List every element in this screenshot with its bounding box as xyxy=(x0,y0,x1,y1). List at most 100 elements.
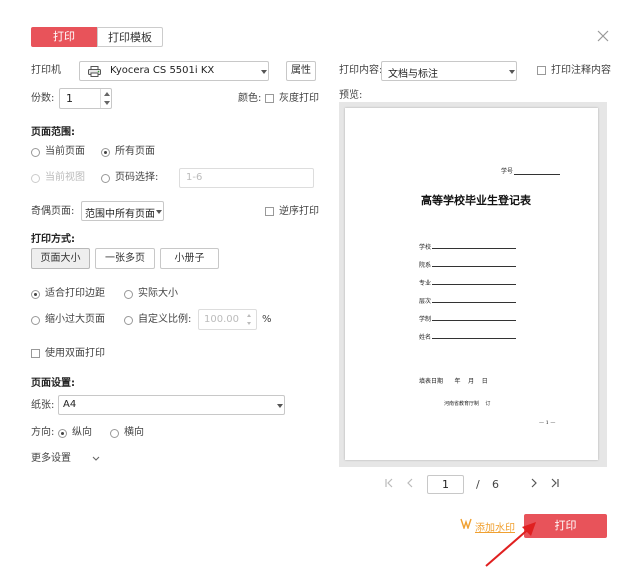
chevron-down-icon[interactable] xyxy=(92,454,100,465)
page-number-input[interactable]: 1 xyxy=(427,475,464,494)
fit-margins-label: 适合打印边距 xyxy=(45,288,105,299)
field-line xyxy=(432,248,516,249)
current-view-label: 当前视图 xyxy=(45,172,85,183)
chevron-down-icon xyxy=(261,70,267,74)
print-annotations-checkbox[interactable] xyxy=(537,66,546,75)
field-line xyxy=(432,338,516,339)
shrink-large-radio[interactable] xyxy=(31,316,40,325)
printer-icon xyxy=(88,66,101,80)
chevron-down-icon xyxy=(509,70,515,74)
current-view-radio[interactable] xyxy=(31,174,40,183)
print-content-value: 文档与标注 xyxy=(388,69,438,80)
next-page-icon[interactable] xyxy=(530,478,538,491)
student-number-line xyxy=(514,174,560,175)
fill-date: 填表日期 年 月 日 xyxy=(419,378,488,385)
printer-label: 打印机 xyxy=(31,65,61,76)
tab-print-template[interactable]: 打印模板 xyxy=(97,27,163,47)
page-select-radio[interactable] xyxy=(101,174,110,183)
landscape-label: 横向 xyxy=(124,427,144,438)
actual-size-label: 实际大小 xyxy=(138,288,178,299)
landscape-radio[interactable] xyxy=(110,429,119,438)
field-label: 院系 xyxy=(419,262,432,269)
copies-stepper[interactable]: 1 xyxy=(59,88,112,109)
total-pages: 6 xyxy=(492,478,499,491)
print-annotations-label: 打印注释内容 xyxy=(551,65,611,76)
custom-scale-radio[interactable] xyxy=(124,316,133,325)
page-setup-title: 页面设置: xyxy=(31,378,75,389)
mode-multi-page-button[interactable]: 一张多页 xyxy=(95,248,155,269)
tab-print[interactable]: 打印 xyxy=(31,27,97,47)
current-page-radio[interactable] xyxy=(31,148,40,157)
print-content-select[interactable]: 文档与标注 xyxy=(381,61,517,81)
odd-even-select[interactable]: 范围中所有页面 xyxy=(81,201,164,221)
annotation-arrow xyxy=(480,518,550,568)
student-number-label: 学号 xyxy=(501,168,514,175)
field-label: 专业 xyxy=(419,280,432,287)
fit-margins-radio[interactable] xyxy=(31,290,40,299)
field-label: 姓名 xyxy=(419,334,432,341)
custom-scale-input[interactable]: 100.00 xyxy=(198,309,257,330)
custom-scale-label: 自定义比例: xyxy=(138,314,192,325)
issuer: 河南省教育厅制 订 xyxy=(444,401,491,407)
page-select-input[interactable]: 1-6 xyxy=(179,168,314,188)
field-line xyxy=(432,302,516,303)
preview-page: 学号 高等学校毕业生登记表 学校 院系 专业 层次 学制 姓名 填表日期 年 月… xyxy=(345,108,598,460)
odd-even-label: 奇偶页面: xyxy=(31,206,75,217)
prev-page-icon[interactable] xyxy=(406,478,414,491)
page-select-label: 页码选择: xyxy=(115,172,159,183)
odd-even-value: 范围中所有页面 xyxy=(85,209,155,220)
first-page-icon[interactable] xyxy=(384,478,394,491)
printer-select[interactable]: Kyocera CS 5501i KX xyxy=(79,61,269,81)
close-icon[interactable] xyxy=(597,30,609,42)
stepper-divider xyxy=(100,89,101,108)
increment-icon[interactable] xyxy=(104,92,110,96)
paper-select[interactable]: A4 xyxy=(58,395,285,415)
chevron-down-icon xyxy=(156,210,162,214)
mode-page-size-button[interactable]: 页面大小 xyxy=(31,248,90,269)
chevron-down-icon xyxy=(277,404,283,408)
actual-size-radio[interactable] xyxy=(124,290,133,299)
more-settings-link[interactable]: 更多设置 xyxy=(31,452,71,466)
copies-label: 份数: xyxy=(31,93,55,104)
decrement-icon[interactable] xyxy=(104,101,110,105)
field-line xyxy=(432,266,516,267)
page-separator: / xyxy=(476,478,480,491)
watermark-icon[interactable] xyxy=(460,518,472,532)
page-mark: — 1 — xyxy=(539,420,556,426)
last-page-icon[interactable] xyxy=(550,478,560,491)
mode-booklet-button[interactable]: 小册子 xyxy=(160,248,219,269)
orientation-label: 方向: xyxy=(31,427,55,438)
increment-icon[interactable] xyxy=(247,314,251,317)
page-range-title: 页面范围: xyxy=(31,127,75,138)
printer-value: Kyocera CS 5501i KX xyxy=(110,65,215,76)
all-pages-radio[interactable] xyxy=(101,148,110,157)
field-line xyxy=(432,284,516,285)
properties-button[interactable]: 属性 xyxy=(286,61,316,81)
print-mode-title: 打印方式: xyxy=(31,234,75,245)
grayscale-checkbox[interactable] xyxy=(265,94,274,103)
portrait-label: 纵向 xyxy=(72,427,92,438)
decrement-icon[interactable] xyxy=(247,322,251,325)
percent-label: % xyxy=(262,314,272,325)
current-page-label: 当前页面 xyxy=(45,146,85,157)
preview-label: 预览: xyxy=(339,90,363,101)
document-title: 高等学校毕业生登记表 xyxy=(421,194,531,207)
field-label: 学校 xyxy=(419,244,432,251)
custom-scale-value: 100.00 xyxy=(204,314,239,325)
duplex-checkbox[interactable] xyxy=(31,349,40,358)
portrait-radio[interactable] xyxy=(58,429,67,438)
print-content-label: 打印内容: xyxy=(339,65,383,76)
field-label: 学制 xyxy=(419,316,432,323)
duplex-label: 使用双面打印 xyxy=(45,348,105,359)
current-page-value: 1 xyxy=(442,478,449,491)
copies-value: 1 xyxy=(66,92,73,105)
field-line xyxy=(432,320,516,321)
page-select-placeholder: 1-6 xyxy=(186,172,203,183)
paper-value: A4 xyxy=(63,399,77,410)
shrink-large-label: 缩小过大页面 xyxy=(45,314,105,325)
all-pages-label: 所有页面 xyxy=(115,146,155,157)
reverse-print-checkbox[interactable] xyxy=(265,207,274,216)
paper-label: 纸张: xyxy=(31,400,55,411)
grayscale-label: 灰度打印 xyxy=(279,93,319,104)
reverse-print-label: 逆序打印 xyxy=(279,206,319,217)
